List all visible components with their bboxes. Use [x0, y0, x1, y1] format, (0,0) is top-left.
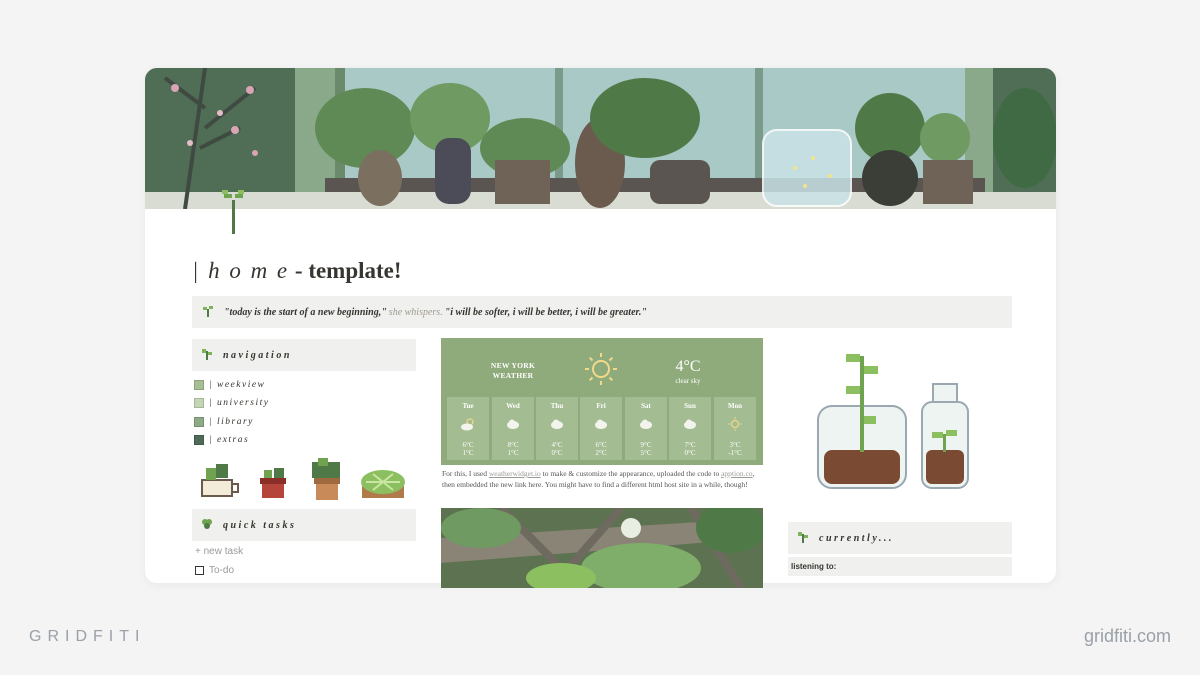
nav-item-label: | extras	[209, 435, 250, 446]
terracotta-plant-icon	[312, 458, 340, 500]
navigation-heading: navigation	[223, 349, 292, 361]
nav-item-extras[interactable]: | extras	[194, 431, 269, 449]
cloud-icon	[640, 419, 652, 429]
nav-item-label: | weekview	[209, 380, 266, 391]
quote-part3: "i will be softer, i will be better, i w…	[444, 306, 647, 318]
day-low: 1°C	[462, 449, 474, 457]
nav-item-library[interactable]: | library	[194, 413, 269, 431]
day-name: Sat	[641, 402, 651, 410]
day-low: 0°C	[684, 449, 696, 457]
day-name: Wed	[506, 402, 520, 410]
brand-logo-right: gridfiti.com	[1083, 626, 1171, 646]
clover-icon	[201, 518, 213, 533]
note-text-2: to make & customize the appearance, uplo…	[540, 469, 722, 478]
pixel-plants	[198, 458, 408, 507]
square-icon	[194, 416, 204, 427]
quick-tasks-heading: quick tasks	[223, 519, 297, 531]
red-pot-plant-icon	[260, 468, 286, 498]
herb-icon	[201, 348, 213, 363]
day-high: 6°C	[462, 441, 474, 449]
sprout-icon	[222, 186, 244, 239]
forecast-day: Mon 3°C -1°C	[714, 397, 756, 460]
weather-widget[interactable]: NEW YORK WEATHER 4°C clear sky Tue 6°C 1…	[441, 338, 763, 465]
forecast-day: Tue 6°C 1°C	[447, 397, 489, 460]
day-name: Mon	[728, 402, 742, 410]
day-high: 9°C	[640, 441, 652, 449]
quote-callout: "today is the start of a new beginning,"…	[192, 296, 1012, 328]
apption-link[interactable]: apption.co	[721, 469, 752, 478]
nav-item-label: | library	[209, 416, 254, 427]
forecast-day: Thu 4°C 0°C	[536, 397, 578, 460]
day-high: 8°C	[507, 441, 519, 449]
page-title: | h o m e - template!	[192, 258, 402, 284]
day-low: 2°C	[595, 449, 607, 457]
day-low: 0°C	[551, 449, 563, 457]
day-high: 7°C	[684, 441, 696, 449]
day-low: 1°C	[507, 449, 519, 457]
day-name: Sun	[684, 402, 696, 410]
weather-city: NEW YORK WEATHER	[483, 361, 543, 381]
forecast-day: Sat 9°C 5°C	[625, 397, 667, 460]
todo-checkbox[interactable]	[195, 566, 204, 575]
todo-item[interactable]: To-do	[195, 565, 234, 576]
day-high: 4°C	[551, 441, 563, 449]
forecast-day: Fri 6°C 2°C	[580, 397, 622, 460]
square-icon	[194, 435, 204, 446]
navigation-callout: navigation	[192, 339, 416, 371]
day-high: 3°C	[729, 441, 741, 449]
nav-item-label: | university	[209, 398, 270, 409]
cloud-icon	[684, 419, 696, 429]
weather-desc: clear sky	[675, 377, 701, 385]
sun-icon	[728, 417, 742, 431]
herb-icon	[797, 531, 809, 546]
currently-callout: currently...	[788, 522, 1012, 554]
weather-temp: 4°C	[675, 358, 701, 375]
day-name: Thu	[550, 402, 564, 410]
day-low: 5°C	[640, 449, 652, 457]
nav-item-university[interactable]: | university	[194, 394, 269, 412]
day-high: 6°C	[595, 441, 607, 449]
weather-city-line1: NEW YORK	[490, 361, 536, 370]
cloud-icon	[551, 419, 563, 429]
day-low: -1°C	[728, 449, 742, 457]
cover-banner	[145, 68, 1056, 209]
greenhouse-image	[441, 508, 763, 588]
partly-cloudy-icon	[461, 418, 474, 431]
sun-icon	[584, 352, 618, 391]
seedling-icon	[202, 305, 214, 320]
title-suffix: - template!	[289, 258, 402, 283]
cloud-icon	[507, 419, 519, 429]
sprout-jars-image	[808, 346, 978, 497]
cloud-icon	[595, 419, 607, 429]
moss-bowl-icon	[361, 470, 405, 498]
forecast-day: Sun 7°C 0°C	[669, 397, 711, 460]
day-name: Tue	[462, 402, 474, 410]
weather-city-line2: WEATHER	[492, 371, 534, 380]
listening-label: listening to:	[788, 557, 1012, 576]
quote-part2: she whispers.	[388, 306, 443, 318]
day-name: Fri	[596, 402, 606, 410]
navigation-list: | weekview | university | library | extr…	[194, 376, 269, 449]
quote-part1: "today is the start of a new beginning,"	[224, 306, 387, 318]
square-icon	[194, 380, 204, 391]
note-text-1: For this, I used	[442, 469, 489, 478]
currently-heading: currently...	[819, 532, 894, 544]
todo-label[interactable]: To-do	[209, 565, 234, 576]
weatherwidget-link[interactable]: weatherwidget.io	[489, 469, 541, 478]
title-home: | h o m e	[192, 258, 290, 283]
weather-note: For this, I used weatherwidget.io to mak…	[442, 468, 762, 490]
teacup-plant-icon	[201, 464, 239, 497]
new-task-button[interactable]: + new task	[195, 546, 243, 557]
quick-tasks-callout: quick tasks	[192, 509, 416, 541]
nav-item-weekview[interactable]: | weekview	[194, 376, 269, 394]
brand-logo-left: GRIDFITI	[29, 628, 146, 645]
forecast-day: Wed 8°C 1°C	[492, 397, 534, 460]
square-icon	[194, 398, 204, 409]
